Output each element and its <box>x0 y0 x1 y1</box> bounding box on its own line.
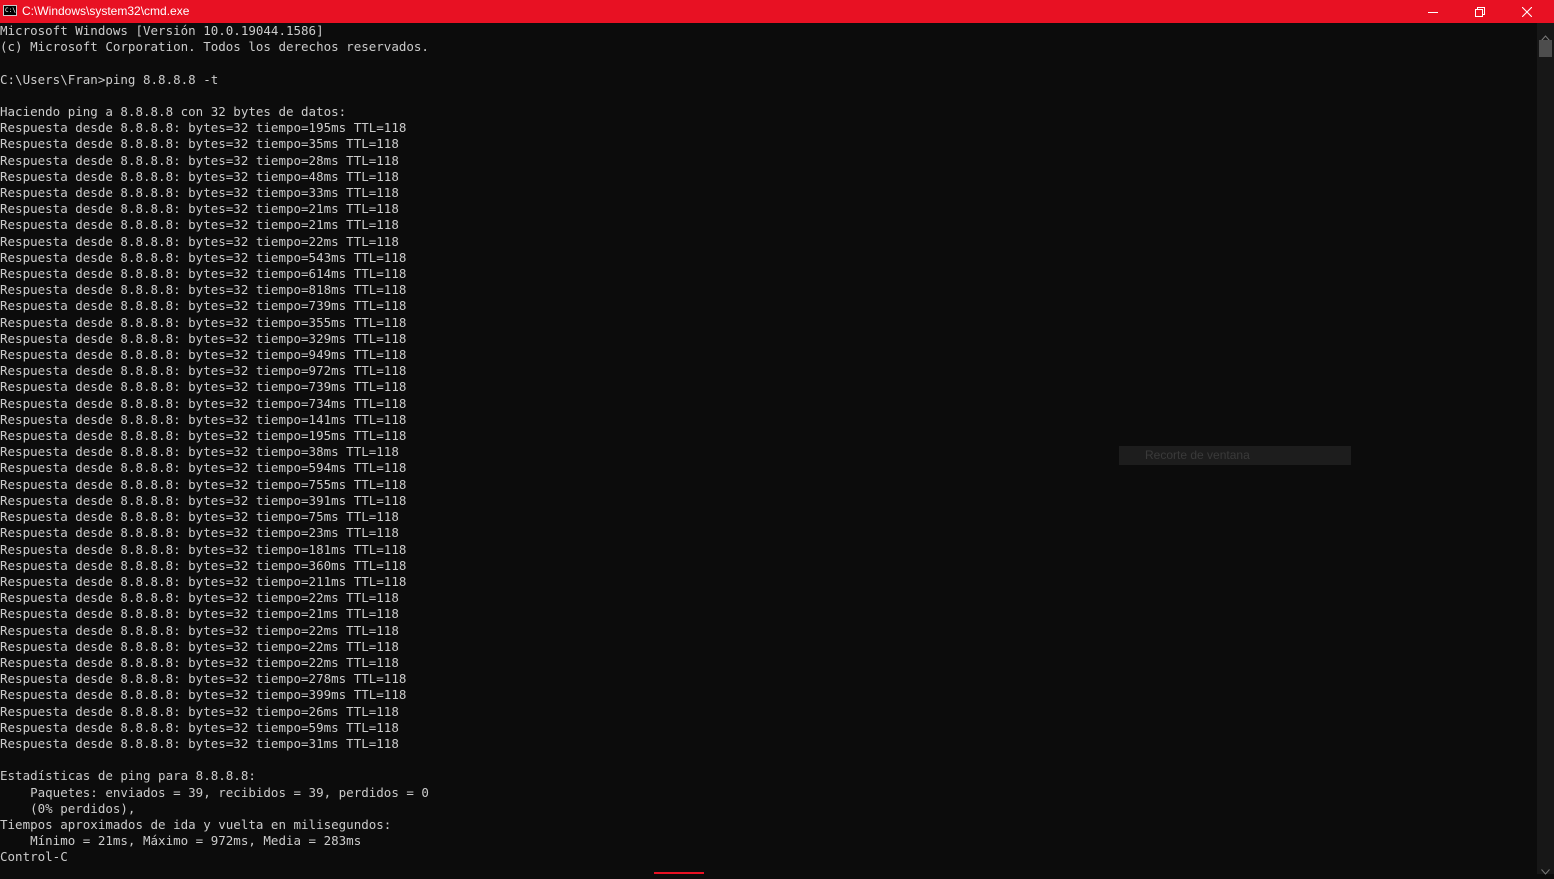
console-line: Respuesta desde 8.8.8.8: bytes=32 tiempo… <box>0 152 399 168</box>
console-line: Respuesta desde 8.8.8.8: bytes=32 tiempo… <box>0 233 399 249</box>
console-line: (0% perdidos), <box>0 800 136 816</box>
console-line: Respuesta desde 8.8.8.8: bytes=32 tiempo… <box>0 622 399 638</box>
console-line: Respuesta desde 8.8.8.8: bytes=32 tiempo… <box>0 249 407 265</box>
console-line: Haciendo ping a 8.8.8.8 con 32 bytes de … <box>0 104 347 120</box>
scroll-down-button[interactable] <box>1537 860 1554 875</box>
minimize-button[interactable] <box>1410 0 1456 23</box>
restore-icon <box>1475 6 1485 17</box>
cmd-window: C:\ C:\Windows\system32\cmd.exe Microsof… <box>0 0 1554 875</box>
console-line: Respuesta desde 8.8.8.8: bytes=32 tiempo… <box>0 266 407 282</box>
console-line: Respuesta desde 8.8.8.8: bytes=32 tiempo… <box>0 168 399 184</box>
console-line: Respuesta desde 8.8.8.8: bytes=32 tiempo… <box>0 573 407 589</box>
console-line: Respuesta desde 8.8.8.8: bytes=32 tiempo… <box>0 541 407 557</box>
vertical-scrollbar[interactable] <box>1537 23 1554 875</box>
console-line: Respuesta desde 8.8.8.8: bytes=32 tiempo… <box>0 687 407 703</box>
console-line: Respuesta desde 8.8.8.8: bytes=32 tiempo… <box>0 136 399 152</box>
console-line: Microsoft Windows [Versión 10.0.19044.15… <box>0 23 324 38</box>
console-line: Respuesta desde 8.8.8.8: bytes=32 tiempo… <box>0 525 399 541</box>
console-line: Mínimo = 21ms, Máximo = 972ms, Media = 2… <box>0 833 362 849</box>
scroll-thumb[interactable] <box>1539 40 1552 57</box>
console-line: C:\Users\Fran>ping 8.8.8.8 -t <box>0 71 219 87</box>
console-line: Respuesta desde 8.8.8.8: bytes=32 tiempo… <box>0 120 407 136</box>
console-line: Respuesta desde 8.8.8.8: bytes=32 tiempo… <box>0 282 407 298</box>
console-line: (c) Microsoft Corporation. Todos los der… <box>0 39 429 55</box>
cmd-icon[interactable]: C:\ <box>3 5 17 16</box>
console-line: Respuesta desde 8.8.8.8: bytes=32 tiempo… <box>0 347 407 363</box>
console-line: Respuesta desde 8.8.8.8: bytes=32 tiempo… <box>0 298 407 314</box>
console-line: Respuesta desde 8.8.8.8: bytes=32 tiempo… <box>0 428 407 444</box>
snip-tooltip: Recorte de ventana <box>1119 446 1351 465</box>
console-line: Respuesta desde 8.8.8.8: bytes=32 tiempo… <box>0 460 407 476</box>
console-line: Respuesta desde 8.8.8.8: bytes=32 tiempo… <box>0 492 407 508</box>
console-line: Respuesta desde 8.8.8.8: bytes=32 tiempo… <box>0 638 399 654</box>
console-line: Respuesta desde 8.8.8.8: bytes=32 tiempo… <box>0 395 407 411</box>
console-line: Respuesta desde 8.8.8.8: bytes=32 tiempo… <box>0 185 399 201</box>
console-line: Respuesta desde 8.8.8.8: bytes=32 tiempo… <box>0 671 407 687</box>
console-line: Respuesta desde 8.8.8.8: bytes=32 tiempo… <box>0 314 407 330</box>
console-line: Respuesta desde 8.8.8.8: bytes=32 tiempo… <box>0 444 399 460</box>
close-button[interactable] <box>1504 0 1550 23</box>
console-line: Respuesta desde 8.8.8.8: bytes=32 tiempo… <box>0 411 407 427</box>
console-line: Respuesta desde 8.8.8.8: bytes=32 tiempo… <box>0 379 407 395</box>
console-line: Respuesta desde 8.8.8.8: bytes=32 tiempo… <box>0 557 407 573</box>
console-line: Respuesta desde 8.8.8.8: bytes=32 tiempo… <box>0 703 399 719</box>
title-bar[interactable]: C:\ C:\Windows\system32\cmd.exe <box>0 0 1554 23</box>
console-line: Respuesta desde 8.8.8.8: bytes=32 tiempo… <box>0 606 399 622</box>
window-title: C:\Windows\system32\cmd.exe <box>22 4 190 18</box>
console-line: Tiempos aproximados de ida y vuelta en m… <box>0 816 392 832</box>
restore-button[interactable] <box>1457 0 1503 23</box>
console-line: Control-C <box>0 849 68 865</box>
console-line: Respuesta desde 8.8.8.8: bytes=32 tiempo… <box>0 476 407 492</box>
console-line: Estadísticas de ping para 8.8.8.8: <box>0 768 256 784</box>
console-line: Respuesta desde 8.8.8.8: bytes=32 tiempo… <box>0 719 399 735</box>
console-line: Respuesta desde 8.8.8.8: bytes=32 tiempo… <box>0 217 399 233</box>
console-line: Respuesta desde 8.8.8.8: bytes=32 tiempo… <box>0 363 407 379</box>
scroll-up-button[interactable] <box>1537 26 1554 41</box>
console-line: Respuesta desde 8.8.8.8: bytes=32 tiempo… <box>0 590 399 606</box>
close-icon <box>1522 6 1532 17</box>
console-text: Microsoft Windows [Versión 10.0.19044.15… <box>0 23 1537 866</box>
console-line: Respuesta desde 8.8.8.8: bytes=32 tiempo… <box>0 509 399 525</box>
scroll-down-arrow-icon <box>1541 869 1550 875</box>
minimize-icon <box>1428 11 1438 13</box>
console-line: Respuesta desde 8.8.8.8: bytes=32 tiempo… <box>0 735 399 751</box>
console-line: Paquetes: enviados = 39, recibidos = 39,… <box>0 784 429 800</box>
console-line: Respuesta desde 8.8.8.8: bytes=32 tiempo… <box>0 654 399 670</box>
console-line: Respuesta desde 8.8.8.8: bytes=32 tiempo… <box>0 330 407 346</box>
console-line: Respuesta desde 8.8.8.8: bytes=32 tiempo… <box>0 201 399 217</box>
